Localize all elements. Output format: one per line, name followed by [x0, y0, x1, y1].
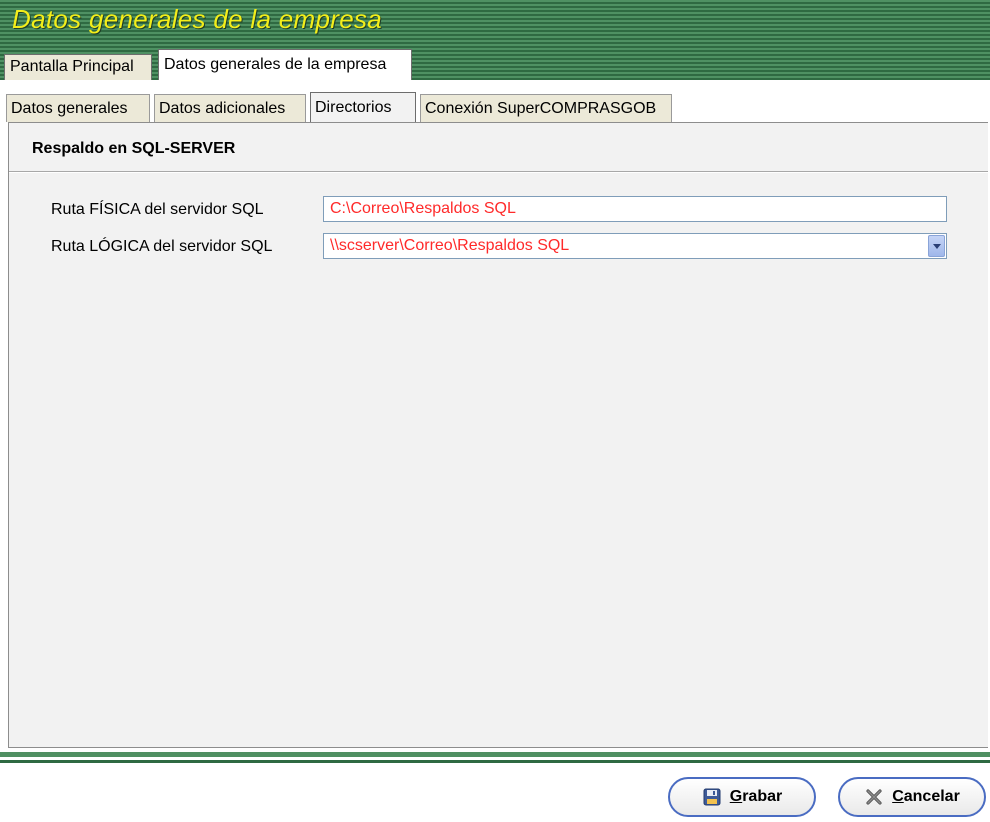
- window-title: Datos generales de la empresa: [12, 4, 383, 34]
- tab-pantalla-principal[interactable]: Pantalla Principal: [4, 54, 152, 80]
- save-button-label: Grabar: [729, 788, 783, 805]
- inner-tab-strip: Datos generales Datos adicionales Direct…: [6, 92, 990, 123]
- physical-path-label: Ruta FÍSICA del servidor SQL: [51, 201, 264, 218]
- dropdown-arrow-icon[interactable]: [928, 235, 945, 257]
- window-title-bar: Datos generales de la empresa: [0, 0, 990, 44]
- directorios-panel: Respaldo en SQL-SERVER Ruta FÍSICA del s…: [8, 122, 988, 748]
- save-button[interactable]: Grabar: [668, 777, 816, 817]
- floppy-disk-icon: [702, 787, 722, 807]
- footer-divider: [0, 752, 990, 757]
- physical-path-value: C:\Correo\Respaldos SQL: [330, 200, 516, 217]
- logical-path-value: \\scserver\Correo\Respaldos SQL: [330, 237, 570, 254]
- tab-datos-generales[interactable]: Datos generales: [6, 94, 150, 122]
- tab-datos-adicionales[interactable]: Datos adicionales: [154, 94, 306, 122]
- tab-conexion-supercomprasgob[interactable]: Conexión SuperCOMPRASGOB: [420, 94, 672, 122]
- logical-path-label: Ruta LÓGICA del servidor SQL: [51, 238, 273, 255]
- footer-bar: Grabar Cancelar: [0, 763, 990, 822]
- outer-tab-strip: Pantalla Principal Datos generales de la…: [0, 44, 990, 80]
- logical-path-combobox[interactable]: \\scserver\Correo\Respaldos SQL: [323, 233, 947, 259]
- physical-path-input[interactable]: C:\Correo\Respaldos SQL: [323, 196, 947, 222]
- section-divider: [9, 171, 988, 173]
- cancel-button[interactable]: Cancelar: [838, 777, 986, 817]
- x-close-icon: [864, 787, 884, 807]
- form-area: Datos generales Datos adicionales Direct…: [0, 80, 990, 752]
- tab-datos-generales-empresa[interactable]: Datos generales de la empresa: [158, 49, 412, 80]
- cancel-button-label: Cancelar: [892, 788, 960, 805]
- section-title: Respaldo en SQL-SERVER: [32, 140, 236, 157]
- tab-directorios[interactable]: Directorios: [310, 92, 416, 123]
